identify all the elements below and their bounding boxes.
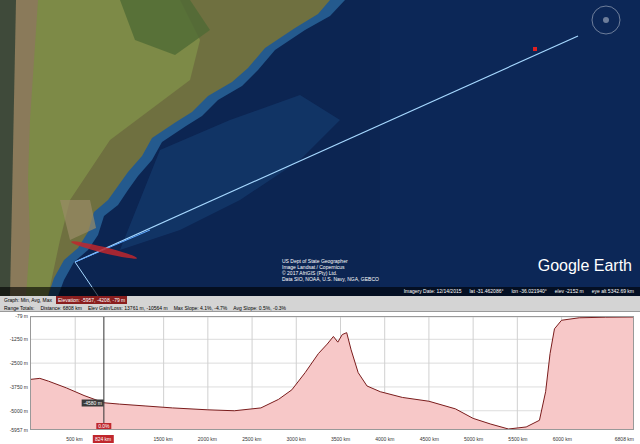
status-item: eye alt 5342.69 km <box>592 287 634 296</box>
y-tick: -2500 m <box>10 360 28 366</box>
attribution: US Dept of State GeographerImage Landsat… <box>282 258 379 282</box>
google-earth-logo: Google Earth <box>538 256 632 276</box>
x-tick: 1500 km <box>153 434 172 444</box>
profile-line <box>31 317 633 429</box>
plot-area[interactable]: -4580 m 0.0% <box>30 316 634 430</box>
attribution-line: © 2017 AfriGIS (Pty) Ltd. <box>282 270 379 276</box>
elevation-summary: Elevation: -5957, -4208, -79 m <box>56 296 127 304</box>
y-tick: -79 m <box>15 313 28 319</box>
range-total: Max Slope: 4.1%, -4.7% <box>174 304 228 312</box>
status-item: Imagery Date: 12/14/2015 <box>404 287 462 296</box>
status-item: elev -2152 m <box>555 287 584 296</box>
range-total: Range Totals: <box>4 304 34 312</box>
map-view[interactable]: US Dept of State GeographerImage Landsat… <box>0 0 640 296</box>
range-totals: Range Totals: Distance: 6808 km Elev Gain/… <box>0 304 640 312</box>
y-axis: -79 m -1250 m -2500 m -3750 m -5000 m -5957 m <box>0 316 30 430</box>
x-tick: 5000 km <box>464 434 483 444</box>
y-tick: -1250 m <box>10 336 28 342</box>
x-tick: 3500 km <box>331 434 350 444</box>
graph-label: Graph: Min, Avg, Max <box>4 296 52 304</box>
y-tick: -5000 m <box>10 408 28 414</box>
x-tick: 2500 km <box>242 434 261 444</box>
y-tick: -5957 m <box>10 427 28 433</box>
satellite-map <box>0 0 640 296</box>
attribution-line: Image Landsat / Copernicus <box>282 264 379 270</box>
y-tick: -3750 m <box>10 384 28 390</box>
status-bar: Imagery Date: 12/14/2015 lat -31.462086° l… <box>0 287 640 296</box>
x-tick: 6808 km <box>615 434 634 444</box>
attribution-line: Data SIO, NOAA, U.S. Navy, NGA, GEBCO <box>282 276 379 282</box>
x-tick: 4500 km <box>420 434 439 444</box>
cursor-elevation: -4580 m <box>82 399 104 406</box>
attribution-line: US Dept of State Geographer <box>282 258 379 264</box>
x-tick: 4000 km <box>375 434 394 444</box>
x-tick: 6000 km <box>553 434 572 444</box>
status-item: lon -36.021940° <box>511 287 546 296</box>
graph-summary: Graph: Min, Avg, Max Elevation: -5957, -4… <box>0 296 640 304</box>
profile-area <box>31 317 633 429</box>
cursor-slope: 0.0% <box>96 423 111 429</box>
range-total: Avg Slope: 0.5%, -0.3% <box>233 304 286 312</box>
cursor-line[interactable] <box>103 317 104 429</box>
status-item: lat -31.462086° <box>469 287 503 296</box>
elevation-profile[interactable]: Graph: Min, Avg, Max Elevation: -5957, -4… <box>0 296 640 444</box>
range-total: Distance: 6808 km <box>40 304 81 312</box>
range-total: Elev Gain/Loss: 13761 m, -10564 m <box>88 304 168 312</box>
x-tick: 5500 km <box>508 434 527 444</box>
x-tick: 3000 km <box>287 434 306 444</box>
x-tick: 500 km <box>66 434 82 444</box>
x-tick: 2000 km <box>198 434 217 444</box>
cursor-distance: 824 km <box>93 435 113 443</box>
profile-chart <box>31 317 633 429</box>
x-axis: 500 km 1500 km 2000 km 2500 km 3000 km 3500 k… <box>30 434 634 444</box>
